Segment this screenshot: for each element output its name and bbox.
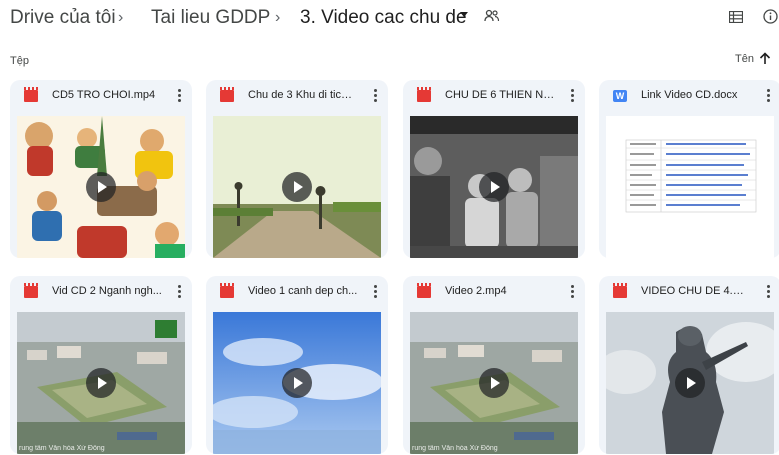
arrow-up-icon[interactable] bbox=[759, 52, 771, 65]
video-thumbnail[interactable] bbox=[213, 116, 381, 258]
video-thumbnail[interactable] bbox=[410, 116, 578, 258]
play-icon bbox=[86, 368, 116, 398]
video-thumbnail[interactable] bbox=[606, 312, 774, 454]
document-thumbnail[interactable] bbox=[606, 116, 774, 258]
file-card[interactable]: CD5 TRO CHOI.mp4 bbox=[10, 80, 192, 258]
breadcrumb-parent[interactable]: Tai lieu GDDP bbox=[151, 7, 270, 29]
video-file-icon bbox=[417, 87, 431, 102]
file-card[interactable]: Video 1 canh dep ch... bbox=[206, 276, 388, 454]
video-thumbnail[interactable]: rung tâm Văn hóa Xứ Đông bbox=[410, 312, 578, 454]
chevron-right-icon: › bbox=[275, 9, 281, 26]
play-icon bbox=[282, 368, 312, 398]
video-file-icon bbox=[613, 283, 627, 298]
caret-down-icon[interactable] bbox=[460, 12, 468, 17]
more-options-icon[interactable] bbox=[372, 284, 378, 298]
file-card-header: CD5 TRO CHOI.mp4 bbox=[10, 80, 192, 110]
video-caption: rung tâm Văn hóa Xứ Đông bbox=[19, 445, 105, 452]
file-name: Vid CD 2 Nganh ngh... bbox=[52, 285, 162, 297]
file-card[interactable]: CHU DE 6 THIEN NG... bbox=[403, 80, 585, 258]
video-thumbnail[interactable] bbox=[17, 116, 185, 258]
more-options-icon[interactable] bbox=[372, 88, 378, 102]
video-file-icon bbox=[220, 283, 234, 298]
file-name: Link Video CD.docx bbox=[641, 89, 738, 101]
file-card-header: CHU DE 6 THIEN NG... bbox=[403, 80, 585, 110]
channel-logo bbox=[155, 320, 177, 338]
list-view-icon[interactable] bbox=[729, 11, 743, 23]
sort-by-name-button[interactable]: Tên bbox=[735, 53, 754, 65]
file-card[interactable]: W Link Video CD.docx bbox=[599, 80, 779, 258]
play-icon bbox=[675, 368, 705, 398]
play-icon bbox=[479, 172, 509, 202]
play-icon bbox=[86, 172, 116, 202]
word-doc-icon: W bbox=[613, 90, 627, 102]
info-icon[interactable] bbox=[763, 9, 778, 24]
video-thumbnail[interactable]: rung tâm Văn hóa Xứ Đông bbox=[17, 312, 185, 454]
file-name: CD5 TRO CHOI.mp4 bbox=[52, 89, 156, 101]
file-card[interactable]: VIDEO CHU DE 4.mp4 bbox=[599, 276, 779, 454]
file-name: Video 1 canh dep ch... bbox=[248, 285, 358, 297]
header-bar: Drive của tôi › Tai lieu GDDP › 3. Video… bbox=[0, 0, 779, 40]
video-file-icon bbox=[417, 283, 431, 298]
video-file-icon bbox=[24, 87, 38, 102]
more-options-icon[interactable] bbox=[569, 284, 575, 298]
document-preview bbox=[606, 116, 774, 258]
more-options-icon[interactable] bbox=[176, 88, 182, 102]
file-card[interactable]: Vid CD 2 Nganh ngh... rung tâm Văn hóa X… bbox=[10, 276, 192, 454]
file-name: CHU DE 6 THIEN NG... bbox=[445, 89, 555, 101]
file-card-header: W Link Video CD.docx bbox=[599, 80, 779, 110]
more-options-icon[interactable] bbox=[176, 284, 182, 298]
file-name: Video 2.mp4 bbox=[445, 285, 507, 297]
files-toolbar: Tệp Tên bbox=[0, 48, 779, 72]
play-icon bbox=[282, 172, 312, 202]
more-options-icon[interactable] bbox=[765, 284, 771, 298]
file-card-header: Video 1 canh dep ch... bbox=[206, 276, 388, 306]
file-card-header: Vid CD 2 Nganh ngh... bbox=[10, 276, 192, 306]
file-card[interactable]: Chu de 3 Khu di tich ... bbox=[206, 80, 388, 258]
file-card-header: VIDEO CHU DE 4.mp4 bbox=[599, 276, 779, 306]
file-card-header: Video 2.mp4 bbox=[403, 276, 585, 306]
breadcrumb-current[interactable]: 3. Video cac chu de bbox=[300, 7, 467, 29]
more-options-icon[interactable] bbox=[569, 88, 575, 102]
play-icon bbox=[479, 368, 509, 398]
file-card-header: Chu de 3 Khu di tich ... bbox=[206, 80, 388, 110]
video-file-icon bbox=[220, 87, 234, 102]
files-section-label: Tệp bbox=[10, 55, 29, 67]
shared-people-icon bbox=[484, 9, 500, 22]
more-options-icon[interactable] bbox=[765, 88, 771, 102]
chevron-right-icon: › bbox=[118, 9, 124, 26]
video-caption: rung tâm Văn hóa Xứ Đông bbox=[412, 445, 498, 452]
file-name: VIDEO CHU DE 4.mp4 bbox=[641, 285, 751, 297]
video-thumbnail[interactable] bbox=[213, 312, 381, 454]
video-file-icon bbox=[24, 283, 38, 298]
breadcrumb-root[interactable]: Drive của tôi bbox=[10, 7, 116, 29]
file-card[interactable]: Video 2.mp4 rung tâm Văn hóa Xứ Đông bbox=[403, 276, 585, 454]
file-name: Chu de 3 Khu di tich ... bbox=[248, 89, 358, 101]
